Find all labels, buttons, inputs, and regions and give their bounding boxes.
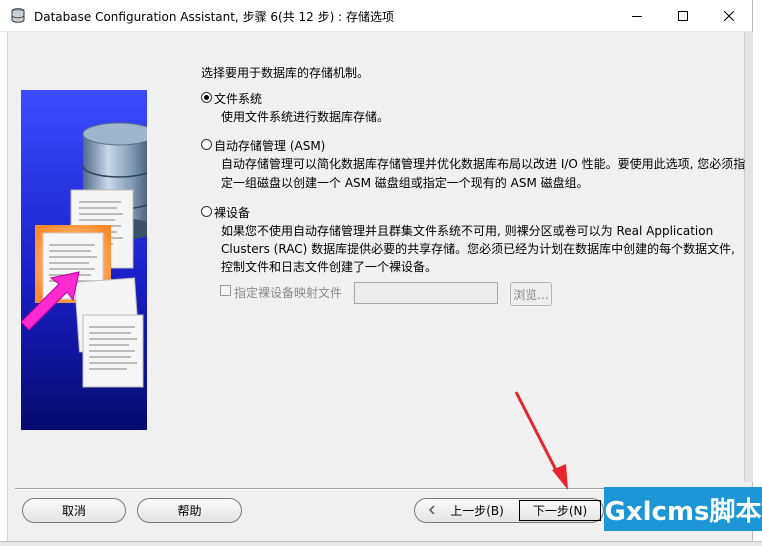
next-button[interactable]: 下一步(N) <box>519 500 601 521</box>
close-button[interactable] <box>706 0 752 31</box>
storage-illustration <box>21 90 147 430</box>
background-window-bottom-edge <box>0 541 762 546</box>
browse-button[interactable]: 浏览... <box>510 282 552 306</box>
cancel-button[interactable]: 取消 <box>22 498 126 523</box>
title-bar: Database Configuration Assistant, 步骤 6(共… <box>0 0 752 32</box>
option-desc-asm-line1: 自动存储管理可以简化数据库存储管理并优化数据库布局以改进 I/O 性能。要使用此… <box>221 157 746 171</box>
raw-mapping-path-input[interactable] <box>354 282 498 304</box>
raw-mapping-checkbox[interactable] <box>220 285 231 296</box>
radio-raw-device[interactable] <box>201 206 212 217</box>
window-title: Database Configuration Assistant, 步骤 6(共… <box>34 10 394 24</box>
back-button[interactable]: 上一步(B) <box>415 499 517 522</box>
intro-text: 选择要用于数据库的存储机制。 <box>201 66 370 80</box>
option-label-asm[interactable]: 自动存储管理 (ASM) <box>214 137 325 154</box>
raw-mapping-label: 指定裸设备映射文件 <box>234 286 343 300</box>
dialog-edge-track <box>744 32 753 482</box>
chevron-left-icon <box>428 504 436 518</box>
back-button-label: 上一步(B) <box>450 504 504 518</box>
background-window-edge-right <box>752 0 762 545</box>
annotation-arrow-icon <box>510 390 580 495</box>
help-button[interactable]: 帮助 <box>137 498 242 523</box>
option-desc-raw-line3: 控制文件和日志文件创建了一个裸设备。 <box>221 260 438 274</box>
maximize-button[interactable] <box>660 0 706 31</box>
database-app-icon <box>10 7 26 23</box>
navigation-button-group: 上一步(B) 下一步(N) <box>414 498 604 523</box>
background-window-edge <box>0 32 8 543</box>
option-label-file-system[interactable]: 文件系统 <box>214 90 262 107</box>
option-desc-raw-line2: Clusters (RAC) 数据库提供必要的共享存储。您必须已经为计划在数据库… <box>221 242 735 256</box>
radio-asm[interactable] <box>201 139 212 150</box>
watermark-logo: Gxlcms脚本 <box>604 487 762 531</box>
option-desc-file-system: 使用文件系统进行数据库存储。 <box>221 110 390 124</box>
option-desc-raw-line1: 如果您不使用自动存储管理并且群集文件系统不可用, 则裸分区或卷可以为 Real … <box>221 224 714 238</box>
minimize-button[interactable] <box>614 0 660 31</box>
option-desc-asm-line2: 定一组磁盘以创建一个 ASM 磁盘组或指定一个现有的 ASM 磁盘组。 <box>221 176 589 190</box>
radio-file-system[interactable] <box>201 92 212 103</box>
option-label-raw-device[interactable]: 裸设备 <box>214 204 250 221</box>
